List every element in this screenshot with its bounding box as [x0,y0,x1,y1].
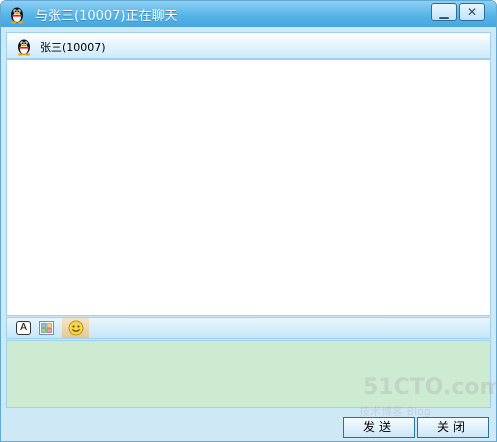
contact-name: 张三(10007) [40,41,106,54]
minimize-icon: ▁ [439,5,449,19]
close-button[interactable]: 关闭 [417,417,489,438]
window-grid-icon[interactable] [39,321,54,335]
window-title: 与张三(10007)正在聊天 [35,9,178,24]
input-toolbar: A [6,317,491,339]
close-icon: ✕ [466,5,478,19]
message-history[interactable] [6,59,491,316]
emoji-icon[interactable] [68,320,84,336]
contact-avatar-icon[interactable] [14,36,34,56]
minimize-button[interactable]: ▁ [431,3,457,21]
chat-window: 与张三(10007)正在聊天 ▁ ✕ 张三(10007) A 51CTO.com… [0,0,497,442]
font-icon[interactable]: A [16,321,31,335]
close-window-button[interactable]: ✕ [459,3,485,21]
contact-bar: 张三(10007) [6,32,491,59]
title-bar[interactable]: 与张三(10007)正在聊天 ▁ ✕ [1,1,496,27]
send-button[interactable]: 发送 [343,417,415,438]
qq-penguin-icon [11,7,23,24]
watermark-logo: 51CTO.com [363,375,497,400]
